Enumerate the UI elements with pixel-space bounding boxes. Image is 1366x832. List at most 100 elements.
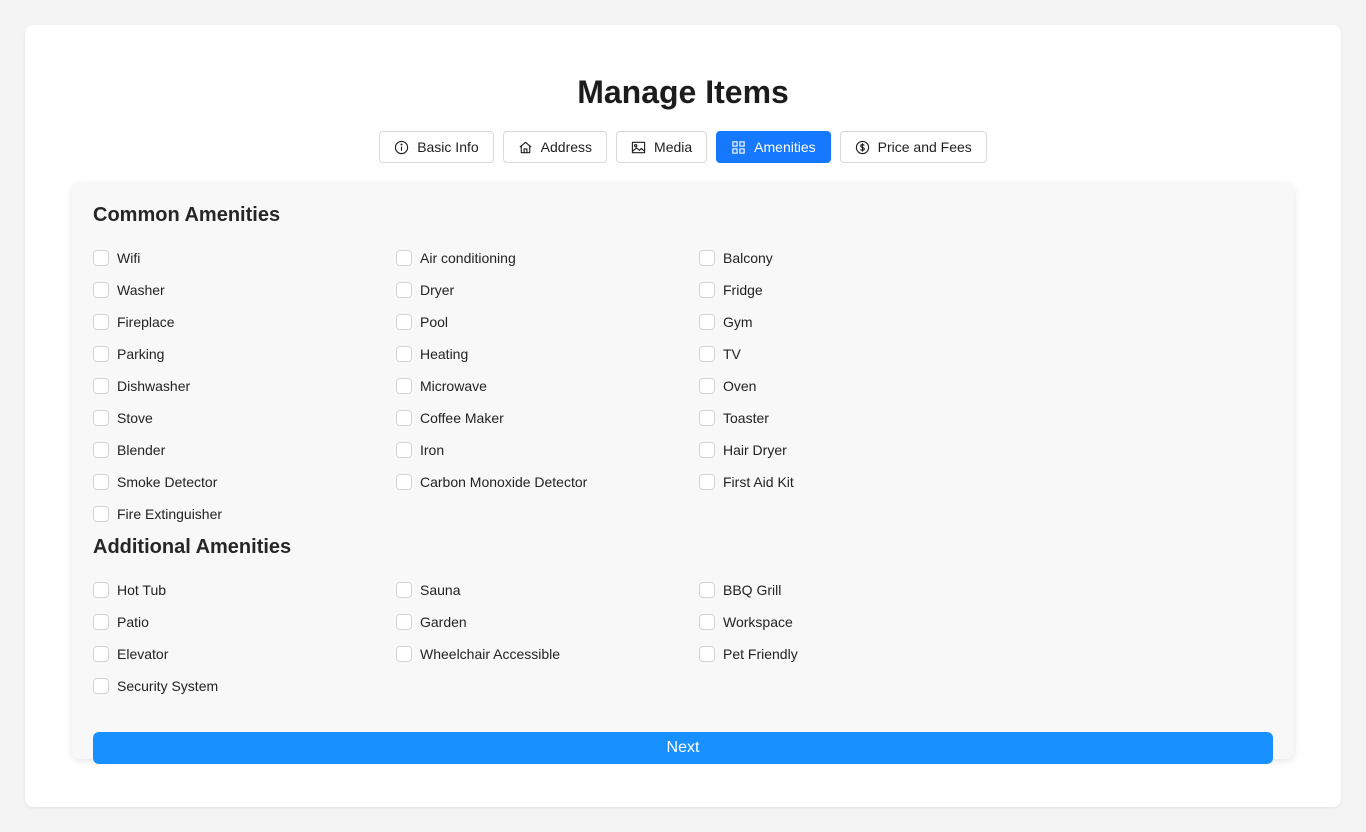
- amenity-option[interactable]: Security System: [93, 670, 396, 702]
- checkbox[interactable]: [93, 646, 109, 662]
- amenity-label: Blender: [117, 442, 166, 458]
- amenity-label: Fridge: [723, 282, 763, 298]
- amenity-option[interactable]: BBQ Grill: [699, 574, 1002, 606]
- amenity-option[interactable]: Elevator: [93, 638, 396, 670]
- amenity-option[interactable]: Toaster: [699, 402, 1002, 434]
- checkbox[interactable]: [93, 410, 109, 426]
- amenity-label: Coffee Maker: [420, 410, 504, 426]
- tab-price-and-fees[interactable]: Price and Fees: [839, 131, 987, 163]
- amenity-option[interactable]: Dryer: [396, 274, 699, 306]
- checkbox[interactable]: [93, 582, 109, 598]
- checkbox[interactable]: [699, 410, 715, 426]
- amenity-label: Pool: [420, 314, 449, 330]
- dollar-circle-icon: [855, 140, 870, 155]
- checkbox[interactable]: [93, 346, 109, 362]
- amenity-option[interactable]: Coffee Maker: [396, 402, 699, 434]
- amenity-option[interactable]: Dishwasher: [93, 370, 396, 402]
- amenity-label: Wheelchair Accessible: [420, 646, 561, 662]
- amenity-label: Carbon Monoxide Detector: [420, 474, 588, 490]
- amenity-option[interactable]: Patio: [93, 606, 396, 638]
- checkbox[interactable]: [699, 314, 715, 330]
- checkbox[interactable]: [699, 582, 715, 598]
- amenity-option[interactable]: Fire Extinguisher: [93, 498, 396, 530]
- checkbox[interactable]: [93, 678, 109, 694]
- checkbox[interactable]: [93, 442, 109, 458]
- amenity-option[interactable]: Heating: [396, 338, 699, 370]
- tab-address[interactable]: Address: [502, 131, 608, 163]
- checkbox[interactable]: [93, 314, 109, 330]
- checkbox[interactable]: [396, 614, 412, 630]
- amenity-option[interactable]: Hair Dryer: [699, 434, 1002, 466]
- amenity-label: Washer: [117, 282, 165, 298]
- amenity-label: Hot Tub: [117, 582, 167, 598]
- amenity-option[interactable]: Fireplace: [93, 306, 396, 338]
- checkbox[interactable]: [699, 346, 715, 362]
- tab-media[interactable]: Media: [616, 131, 708, 163]
- amenity-option[interactable]: Hot Tub: [93, 574, 396, 606]
- checkbox[interactable]: [396, 314, 412, 330]
- amenity-option[interactable]: Balcony: [699, 242, 1002, 274]
- amenity-option[interactable]: First Aid Kit: [699, 466, 1002, 498]
- checkbox[interactable]: [396, 442, 412, 458]
- checkbox[interactable]: [93, 378, 109, 394]
- amenity-option[interactable]: Fridge: [699, 274, 1002, 306]
- tab-bar: Basic Info Address Media Amenities Price…: [25, 131, 1341, 163]
- next-button[interactable]: Next: [93, 732, 1273, 764]
- amenity-label: Dryer: [420, 282, 455, 298]
- amenity-label: Gym: [723, 314, 753, 330]
- amenity-option[interactable]: Sauna: [396, 574, 699, 606]
- checkbox[interactable]: [699, 614, 715, 630]
- amenity-option[interactable]: Stove: [93, 402, 396, 434]
- checkbox[interactable]: [93, 614, 109, 630]
- amenity-label: Hair Dryer: [723, 442, 787, 458]
- amenity-option[interactable]: Parking: [93, 338, 396, 370]
- amenity-option[interactable]: Washer: [93, 274, 396, 306]
- common-amenities-list: Wifi Air conditioning Balcony Washer Dryer Fr…: [93, 242, 1002, 530]
- amenity-label: Microwave: [420, 378, 487, 394]
- amenity-option[interactable]: Gym: [699, 306, 1002, 338]
- checkbox[interactable]: [396, 582, 412, 598]
- amenity-label: Fireplace: [117, 314, 175, 330]
- checkbox[interactable]: [699, 442, 715, 458]
- tab-label: Price and Fees: [877, 139, 972, 155]
- amenity-option[interactable]: Microwave: [396, 370, 699, 402]
- checkbox[interactable]: [396, 410, 412, 426]
- amenity-label: Wifi: [117, 250, 141, 266]
- amenity-option[interactable]: Blender: [93, 434, 396, 466]
- checkbox[interactable]: [93, 282, 109, 298]
- amenity-option[interactable]: Iron: [396, 434, 699, 466]
- amenity-option[interactable]: Carbon Monoxide Detector: [396, 466, 699, 498]
- checkbox[interactable]: [93, 474, 109, 490]
- checkbox[interactable]: [93, 250, 109, 266]
- amenity-label: Sauna: [420, 582, 461, 598]
- checkbox[interactable]: [699, 646, 715, 662]
- checkbox[interactable]: [396, 250, 412, 266]
- amenity-option[interactable]: TV: [699, 338, 1002, 370]
- amenity-option[interactable]: Wifi: [93, 242, 396, 274]
- checkbox[interactable]: [699, 378, 715, 394]
- checkbox[interactable]: [699, 474, 715, 490]
- amenity-option[interactable]: Smoke Detector: [93, 466, 396, 498]
- checkbox[interactable]: [699, 282, 715, 298]
- amenity-option[interactable]: Wheelchair Accessible: [396, 638, 699, 670]
- amenity-option[interactable]: Pet Friendly: [699, 638, 1002, 670]
- checkbox[interactable]: [396, 474, 412, 490]
- checkbox[interactable]: [396, 646, 412, 662]
- amenity-option[interactable]: Pool: [396, 306, 699, 338]
- section-title-common: Common Amenities: [93, 204, 281, 226]
- tab-basic-info[interactable]: Basic Info: [379, 131, 494, 163]
- amenity-option[interactable]: Air conditioning: [396, 242, 699, 274]
- amenity-label: Patio: [117, 614, 149, 630]
- checkbox[interactable]: [699, 250, 715, 266]
- checkbox[interactable]: [396, 378, 412, 394]
- checkbox[interactable]: [396, 282, 412, 298]
- amenity-option[interactable]: Oven: [699, 370, 1002, 402]
- checkbox[interactable]: [396, 346, 412, 362]
- grid-icon: [731, 140, 746, 155]
- home-icon: [518, 140, 533, 155]
- amenity-option[interactable]: Garden: [396, 606, 699, 638]
- tab-amenities[interactable]: Amenities: [716, 131, 831, 163]
- amenity-option[interactable]: Workspace: [699, 606, 1002, 638]
- checkbox[interactable]: [93, 506, 109, 522]
- amenity-label: Garden: [420, 614, 467, 630]
